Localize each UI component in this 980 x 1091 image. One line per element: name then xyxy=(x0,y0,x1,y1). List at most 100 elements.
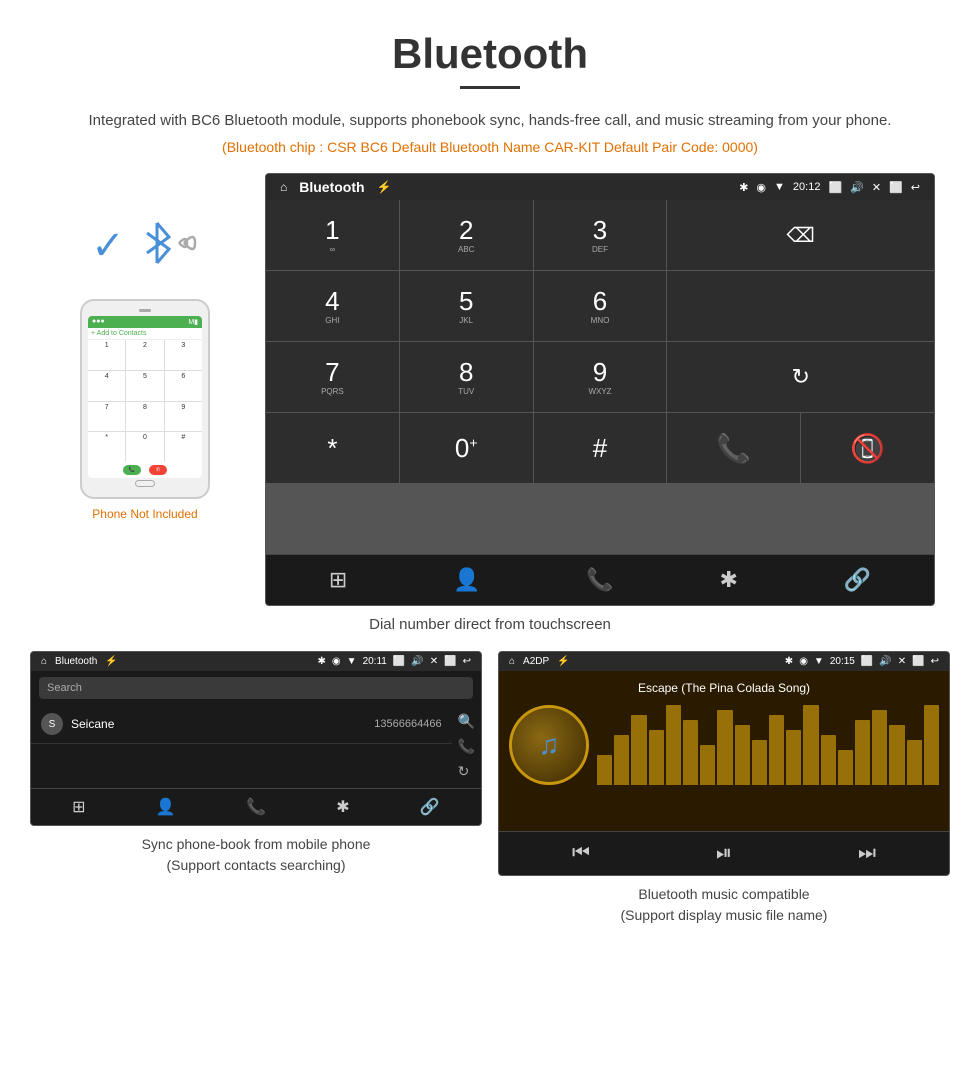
dial-backspace[interactable]: ⌫ xyxy=(667,200,934,270)
viz-bar xyxy=(855,720,870,785)
pb-loc-icon: ◉ xyxy=(332,656,341,667)
search-right-icon[interactable]: 🔍 xyxy=(458,713,475,730)
camera-icon[interactable]: ⬜ xyxy=(828,181,842,194)
next-track-icon[interactable]: ⏭ xyxy=(858,842,876,865)
dial-key-6[interactable]: 6 MNO xyxy=(534,271,667,341)
key-1-number: 1 xyxy=(325,217,339,243)
music-screen-title: A2DP xyxy=(523,656,549,667)
dial-key-4[interactable]: 4 GHI xyxy=(266,271,399,341)
viz-bar xyxy=(769,715,784,785)
phone-key-7[interactable]: 7 xyxy=(88,402,125,432)
dial-key-1[interactable]: 1 ∞ xyxy=(266,200,399,270)
pb-nav-link-icon[interactable]: 🔗 xyxy=(420,797,440,817)
contact-avatar: S xyxy=(41,713,63,735)
nav-bluetooth-icon[interactable]: ✱ xyxy=(719,567,737,593)
title-underline xyxy=(460,86,520,89)
close-icon[interactable]: ✕ xyxy=(872,181,881,194)
nav-grid-icon[interactable]: ⊞ xyxy=(329,567,347,593)
key-2-sub: ABC xyxy=(458,245,474,254)
pb-time: 20:11 xyxy=(363,656,387,667)
viz-bar xyxy=(889,725,904,785)
call-right-icon[interactable]: 📞 xyxy=(458,738,475,755)
pb-nav-grid-icon[interactable]: ⊞ xyxy=(72,797,85,817)
phone-home-button[interactable] xyxy=(135,480,155,487)
home-icon[interactable]: ⌂ xyxy=(280,180,287,194)
viz-bar xyxy=(803,705,818,785)
pb-close-icon[interactable]: ✕ xyxy=(430,656,438,667)
contact-number: 13566664466 xyxy=(374,718,441,730)
phone-key-8[interactable]: 8 xyxy=(126,402,163,432)
music-win-icon[interactable]: ⬜ xyxy=(912,656,924,667)
play-pause-icon[interactable]: ⏯ xyxy=(716,842,732,865)
volume-icon[interactable]: 🔊 xyxy=(850,181,864,194)
key-7-sub: PQRS xyxy=(321,387,344,396)
pb-vol-icon[interactable]: 🔊 xyxy=(411,656,423,667)
music-loc-icon: ◉ xyxy=(799,656,808,667)
dial-call-green[interactable]: 📞 xyxy=(667,413,800,483)
nav-phone-icon[interactable]: 📞 xyxy=(586,567,613,593)
phone-key-3[interactable]: 3 xyxy=(165,340,202,370)
pb-signal-icon: ▼ xyxy=(347,656,357,667)
nav-link-icon[interactable]: 🔗 xyxy=(844,567,871,593)
contact-name: Seicane xyxy=(71,717,374,731)
phonebook-search[interactable]: Search xyxy=(39,677,473,699)
music-home-icon[interactable]: ⌂ xyxy=(509,656,515,667)
dial-call-red[interactable]: 📵 xyxy=(801,413,934,483)
phone-key-hash[interactable]: # xyxy=(165,432,202,462)
phone-key-9[interactable]: 9 xyxy=(165,402,202,432)
dial-key-5[interactable]: 5 JKL xyxy=(400,271,533,341)
dial-key-8[interactable]: 8 TUV xyxy=(400,342,533,412)
key-4-sub: GHI xyxy=(325,316,339,325)
prev-track-icon[interactable]: ⏮ xyxy=(572,842,590,865)
dial-refresh[interactable]: ↻ xyxy=(667,342,934,412)
refresh-right-icon[interactable]: ↻ xyxy=(458,763,475,780)
car-status-bar: ⌂ Bluetooth ⚡ ✱ ◉ ▼ 20:12 ⬜ 🔊 ✕ ⬜ ↩ xyxy=(266,174,934,200)
music-close-icon[interactable]: ✕ xyxy=(898,656,906,667)
phone-key-2[interactable]: 2 xyxy=(126,340,163,370)
phone-key-star[interactable]: * xyxy=(88,432,125,462)
pb-screen-title: Bluetooth xyxy=(55,656,97,667)
window-icon[interactable]: ⬜ xyxy=(889,181,903,194)
nav-contacts-icon[interactable]: 👤 xyxy=(453,567,480,593)
music-vol-icon[interactable]: 🔊 xyxy=(879,656,891,667)
pb-home-icon[interactable]: ⌂ xyxy=(41,656,47,667)
phone-end-button[interactable]: ✆ xyxy=(149,465,167,475)
pb-nav-contacts-icon[interactable]: 👤 xyxy=(156,797,176,817)
back-icon[interactable]: ↩ xyxy=(911,181,920,194)
car-bottom-nav: ⊞ 👤 📞 ✱ 🔗 xyxy=(266,554,934,605)
phone-key-6[interactable]: 6 xyxy=(165,371,202,401)
key-2-number: 2 xyxy=(459,217,473,243)
key-star-number: * xyxy=(327,435,337,461)
phone-device: ●●●M▮ + Add to Contacts 1 2 3 4 5 6 7 8 … xyxy=(80,299,210,499)
pb-bottom-nav: ⊞ 👤 📞 ✱ 🔗 xyxy=(31,788,481,825)
list-item[interactable]: S Seicane 13566664466 xyxy=(31,705,452,744)
pb-win-icon[interactable]: ⬜ xyxy=(444,656,456,667)
music-back-icon[interactable]: ↩ xyxy=(931,656,939,667)
phone-key-0[interactable]: 0 xyxy=(126,432,163,462)
viz-bar xyxy=(872,710,887,785)
phone-key-1[interactable]: 1 xyxy=(88,340,125,370)
pb-cam-icon[interactable]: ⬜ xyxy=(393,656,405,667)
viz-bar xyxy=(735,725,750,785)
viz-bar xyxy=(786,730,801,785)
phonebook-caption: Sync phone-book from mobile phone(Suppor… xyxy=(142,834,371,876)
dial-key-7[interactable]: 7 PQRS xyxy=(266,342,399,412)
dial-key-0[interactable]: 0+ xyxy=(400,413,533,483)
phone-key-5[interactable]: 5 xyxy=(126,371,163,401)
phone-key-4[interactable]: 4 xyxy=(88,371,125,401)
pb-nav-bt-icon[interactable]: ✱ xyxy=(336,797,349,817)
dial-key-3[interactable]: 3 DEF xyxy=(534,200,667,270)
music-status-bar: ⌂ A2DP ⚡ ✱ ◉ ▼ 20:15 ⬜ 🔊 ✕ ⬜ ↩ xyxy=(499,652,949,671)
viz-bar xyxy=(700,745,715,785)
key-0-number: 0+ xyxy=(455,435,478,461)
pb-nav-phone-icon[interactable]: 📞 xyxy=(246,797,266,817)
dial-key-star[interactable]: * xyxy=(266,413,399,483)
phone-call-button[interactable]: 📞 xyxy=(123,465,141,475)
dial-key-2[interactable]: 2 ABC xyxy=(400,200,533,270)
dial-key-hash[interactable]: # xyxy=(534,413,667,483)
location-icon: ◉ xyxy=(756,181,766,194)
pb-back-icon[interactable]: ↩ xyxy=(463,656,471,667)
music-cam-icon[interactable]: ⬜ xyxy=(861,656,873,667)
key-5-number: 5 xyxy=(459,288,473,314)
dial-key-9[interactable]: 9 WXYZ xyxy=(534,342,667,412)
